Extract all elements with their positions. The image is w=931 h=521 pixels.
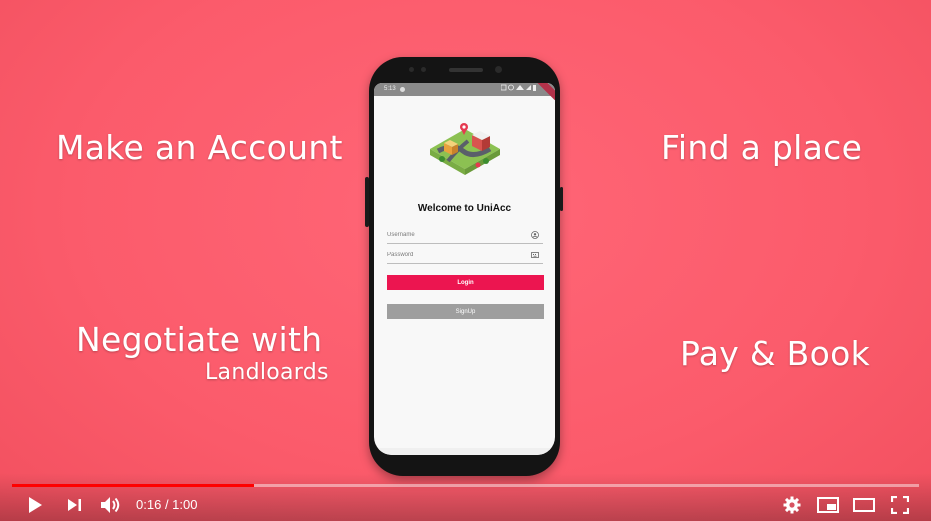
play-icon — [29, 497, 42, 513]
user-icon — [531, 231, 539, 239]
settings-button[interactable] — [780, 493, 804, 517]
password-field — [387, 247, 543, 264]
android-nav-bar — [374, 448, 555, 455]
welcome-heading: Welcome to UniAcc — [417, 203, 512, 214]
play-button[interactable] — [23, 493, 47, 517]
progress-played — [12, 484, 255, 487]
video-frame[interactable]: Make an Account Find a place Negotiate w… — [0, 0, 931, 521]
phone-sensor — [409, 67, 414, 72]
skip-next-icon — [68, 499, 81, 511]
time-display: 0:16 / 1:00 — [136, 497, 197, 512]
progress-bar[interactable] — [12, 484, 919, 487]
feature-negotiate: Negotiate with — [76, 320, 323, 359]
status-icons — [500, 83, 537, 96]
username-field — [387, 227, 543, 244]
feature-find-place: Find a place — [661, 128, 863, 167]
miniplayer-button[interactable] — [816, 493, 840, 517]
volume-icon — [101, 497, 120, 513]
duration: 1:00 — [172, 497, 198, 512]
volume-button[interactable] — [99, 493, 123, 517]
fullscreen-icon — [891, 496, 909, 514]
miniplayer-icon — [817, 497, 839, 513]
current-time: 0:16 — [136, 497, 162, 512]
notification-icon — [400, 87, 405, 92]
fullscreen-button[interactable] — [888, 493, 912, 517]
feature-pay-book: Pay & Book — [680, 334, 871, 373]
status-time: 5:13 — [384, 86, 396, 92]
theater-mode-button[interactable] — [852, 493, 876, 517]
next-button[interactable] — [63, 493, 87, 517]
app-screen: 5:13 Welcome to UniAcc Username Login Si… — [374, 83, 555, 455]
phone-camera — [495, 66, 502, 73]
username-input[interactable] — [387, 227, 517, 242]
debug-ribbon — [536, 83, 555, 101]
keyboard-icon — [531, 252, 539, 258]
login-button[interactable]: Login — [387, 275, 544, 290]
city-map-illustration — [430, 123, 500, 175]
phone-side-button — [365, 177, 369, 227]
feature-landlords: Landloards — [205, 360, 329, 385]
password-input[interactable] — [387, 247, 517, 262]
status-bar: 5:13 — [374, 83, 555, 101]
phone-power-button — [560, 187, 563, 211]
feature-make-account: Make an Account — [56, 128, 343, 167]
gear-icon — [783, 496, 801, 514]
phone-earpiece — [449, 68, 483, 72]
signup-button[interactable]: SignUp — [387, 304, 544, 319]
phone-mockup: 5:13 Welcome to UniAcc Username Login Si… — [365, 57, 563, 476]
theater-icon — [853, 498, 875, 512]
phone-sensor — [421, 67, 426, 72]
